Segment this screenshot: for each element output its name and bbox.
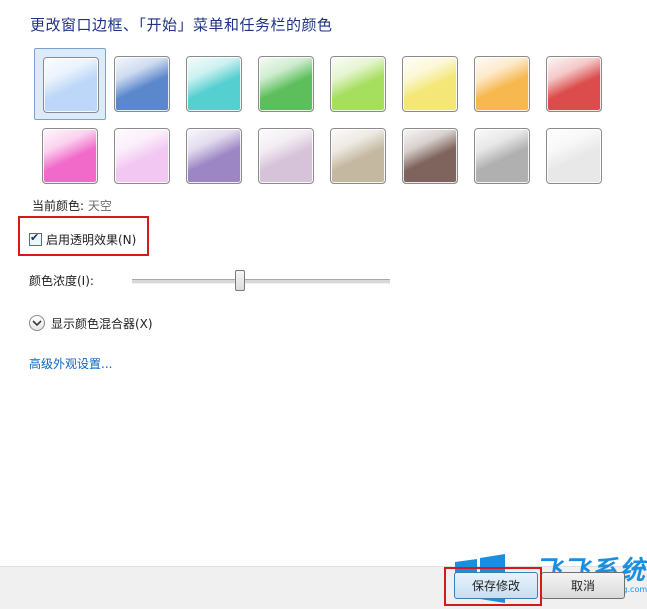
color-swatch-tile[interactable]	[114, 128, 170, 184]
color-mixer-label[interactable]: 显示颜色混合器(X)	[51, 315, 153, 332]
color-swatch-tile[interactable]	[43, 57, 99, 113]
color-swatch-13[interactable]	[322, 120, 394, 192]
swatch-gloss	[475, 129, 529, 183]
swatch-gloss	[331, 57, 385, 111]
swatch-gloss	[187, 129, 241, 183]
swatch-gloss	[547, 129, 601, 183]
color-intensity-slider-thumb[interactable]	[235, 270, 245, 291]
save-highlight-box	[444, 567, 542, 606]
color-swatch-9[interactable]	[34, 120, 106, 192]
swatch-gloss	[44, 58, 98, 112]
swatch-gloss	[403, 57, 457, 111]
color-mixer-toggle[interactable]: 显示颜色混合器(X)	[29, 314, 153, 332]
color-swatch-tile[interactable]	[546, 56, 602, 112]
swatch-gloss	[259, 57, 313, 111]
transparency-checkbox-row[interactable]: ✔ 启用透明效果(N)	[29, 231, 136, 247]
color-swatch-10[interactable]	[106, 120, 178, 192]
color-swatch-tile[interactable]	[474, 56, 530, 112]
transparency-label[interactable]: 启用透明效果(N)	[46, 231, 136, 248]
color-swatch-5[interactable]	[322, 48, 394, 120]
swatch-gloss	[187, 57, 241, 111]
color-swatch-4[interactable]	[250, 48, 322, 120]
swatch-gloss	[43, 129, 97, 183]
color-swatch-3[interactable]	[178, 48, 250, 120]
color-swatch-tile[interactable]	[546, 128, 602, 184]
color-swatch-tile[interactable]	[114, 56, 170, 112]
swatch-gloss	[115, 129, 169, 183]
color-swatch-1[interactable]	[34, 48, 106, 120]
current-color-value: 天空	[87, 199, 112, 213]
color-swatch-11[interactable]	[178, 120, 250, 192]
color-swatch-tile[interactable]	[474, 128, 530, 184]
color-swatch-8[interactable]	[538, 48, 610, 120]
color-swatch-tile[interactable]	[258, 56, 314, 112]
transparency-checkbox[interactable]: ✔	[29, 230, 42, 246]
color-swatch-tile[interactable]	[402, 128, 458, 184]
swatch-gloss	[547, 57, 601, 111]
color-swatch-2[interactable]	[106, 48, 178, 120]
cancel-button[interactable]: 取消	[541, 572, 625, 599]
current-color-display: 当前颜色: 天空	[32, 197, 112, 214]
swatch-gloss	[259, 129, 313, 183]
swatch-gloss	[115, 57, 169, 111]
color-swatch-14[interactable]	[394, 120, 466, 192]
color-swatch-tile[interactable]	[186, 128, 242, 184]
color-intensity-label: 颜色浓度(I):	[29, 274, 94, 288]
color-swatch-tile[interactable]	[330, 128, 386, 184]
color-swatch-tile[interactable]	[42, 128, 98, 184]
color-swatch-tile[interactable]	[330, 56, 386, 112]
color-swatch-7[interactable]	[466, 48, 538, 120]
color-intensity-slider-track[interactable]	[132, 279, 390, 284]
color-swatch-6[interactable]	[394, 48, 466, 120]
swatch-gloss	[403, 129, 457, 183]
check-icon: ✔	[30, 230, 40, 244]
advanced-appearance-link[interactable]: 高级外观设置...	[29, 355, 112, 372]
chevron-down-icon[interactable]	[29, 315, 45, 331]
color-swatch-tile[interactable]	[258, 128, 314, 184]
current-color-label: 当前颜色:	[32, 199, 85, 213]
color-swatch-15[interactable]	[466, 120, 538, 192]
swatch-gloss	[331, 129, 385, 183]
page-title: 更改窗口边框、「开始」菜单和任务栏的颜色	[30, 16, 333, 34]
color-swatch-tile[interactable]	[402, 56, 458, 112]
color-swatch-tile[interactable]	[186, 56, 242, 112]
color-swatch-16[interactable]	[538, 120, 610, 192]
color-swatch-12[interactable]	[250, 120, 322, 192]
swatch-gloss	[475, 57, 529, 111]
